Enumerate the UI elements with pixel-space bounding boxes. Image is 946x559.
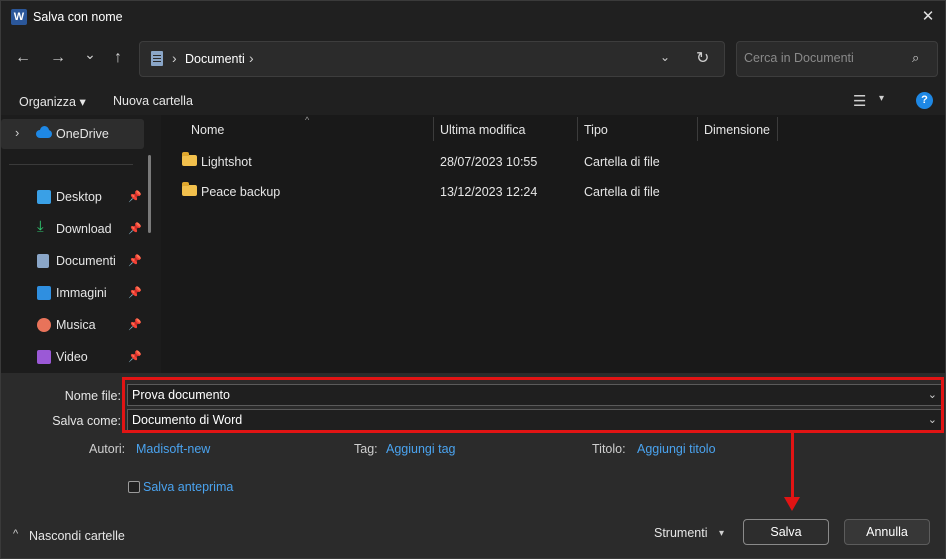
sidebar-item-documenti[interactable]: Documenti 📌 xyxy=(1,246,151,276)
column-header-name[interactable]: Nome xyxy=(191,123,224,137)
file-list: ^ Nome Ultima modifica Tipo Dimensione L… xyxy=(161,115,945,373)
column-header-size[interactable]: Dimensione xyxy=(704,123,770,137)
search-icon[interactable]: ⌕ xyxy=(912,50,919,66)
filename-label: Nome file: xyxy=(64,389,121,403)
authors-value[interactable]: Madisoft-new xyxy=(136,442,210,456)
breadcrumb-chevron-icon[interactable]: › xyxy=(249,50,254,66)
breadcrumb-documenti[interactable]: Documenti xyxy=(185,52,245,66)
cancel-button[interactable]: Annulla xyxy=(844,519,930,545)
add-title-link[interactable]: Aggiungi titolo xyxy=(637,442,716,456)
file-modified: 13/12/2023 12:24 xyxy=(440,185,538,199)
address-dropdown-icon[interactable]: ⌄ xyxy=(660,50,670,64)
refresh-icon[interactable]: ↻ xyxy=(696,48,709,68)
sidebar-item-desktop[interactable]: Desktop 📌 xyxy=(1,182,151,212)
file-name: Lightshot xyxy=(201,155,252,169)
annotation-arrow-head xyxy=(784,497,800,511)
column-separator[interactable] xyxy=(577,117,578,141)
chevron-up-icon[interactable]: ^ xyxy=(13,528,18,540)
view-caret-icon[interactable]: ▾ xyxy=(879,93,884,104)
pin-icon[interactable]: 📌 xyxy=(128,318,142,331)
sidebar-item-immagini[interactable]: Immagini 📌 xyxy=(1,278,151,308)
title-bar: W Salva con nome ✕ xyxy=(1,1,945,33)
documents-icon xyxy=(151,51,163,66)
address-bar[interactable]: › Documenti › ⌄ ↻ xyxy=(139,41,725,77)
window-title: Salva con nome xyxy=(33,10,123,24)
pin-icon[interactable]: 📌 xyxy=(128,222,142,235)
new-folder-button[interactable]: Nuova cartella xyxy=(113,94,193,108)
savetype-label: Salva come: xyxy=(52,414,121,428)
sidebar-item-label: Immagini xyxy=(56,286,107,300)
organize-button[interactable]: Organizza ▾ xyxy=(19,94,86,109)
up-arrow-icon[interactable]: ↑ xyxy=(105,45,131,71)
folder-icon xyxy=(182,152,197,166)
save-button[interactable]: Salva xyxy=(743,519,829,545)
download-icon: ⤓ xyxy=(37,218,44,235)
file-modified: 28/07/2023 10:55 xyxy=(440,155,538,169)
help-icon[interactable]: ? xyxy=(916,92,933,109)
sidebar-item-download[interactable]: ⤓ Download 📌 xyxy=(1,214,151,244)
sidebar-item-onedrive[interactable]: › OneDrive xyxy=(1,119,144,149)
expand-chevron-icon[interactable]: › xyxy=(15,125,19,140)
pin-icon[interactable]: 📌 xyxy=(128,190,142,203)
authors-label: Autori: xyxy=(89,442,126,456)
column-separator[interactable] xyxy=(433,117,434,141)
tools-button[interactable]: Strumenti xyxy=(654,526,708,540)
pin-icon[interactable]: 📌 xyxy=(128,286,142,299)
file-name: Peace backup xyxy=(201,185,281,199)
recent-locations-chevron-icon[interactable]: ⌄ xyxy=(77,41,103,67)
command-bar: Organizza ▾ Nuova cartella ☰ ▾ ? xyxy=(1,87,945,115)
back-arrow-icon[interactable]: ← xyxy=(10,45,36,71)
word-app-icon: W xyxy=(11,9,27,25)
sidebar-item-video[interactable]: Video 📌 xyxy=(1,342,151,372)
sidebar-item-label: Musica xyxy=(56,318,96,332)
highlight-box xyxy=(122,377,944,433)
file-type: Cartella di file xyxy=(584,155,660,169)
pin-icon[interactable]: 📌 xyxy=(128,350,142,363)
breadcrumb-chevron-icon[interactable]: › xyxy=(172,50,177,66)
onedrive-cloud-icon xyxy=(36,126,52,138)
save-preview-label[interactable]: Salva anteprima xyxy=(143,480,233,494)
title-label: Titolo: xyxy=(592,442,626,456)
sidebar-item-label: Documenti xyxy=(56,254,116,268)
column-header-type[interactable]: Tipo xyxy=(584,123,608,137)
save-as-dialog: W Salva con nome ✕ ← → ⌄ ↑ › Documenti ›… xyxy=(0,0,946,559)
video-icon xyxy=(37,350,51,364)
sidebar-item-label: Video xyxy=(56,350,88,364)
music-icon xyxy=(37,318,51,332)
view-options-icon[interactable]: ☰ xyxy=(853,92,866,110)
search-box[interactable]: ⌕ xyxy=(736,41,938,77)
close-icon[interactable]: ✕ xyxy=(913,5,943,29)
sidebar-item-label: OneDrive xyxy=(56,127,109,141)
file-type: Cartella di file xyxy=(584,185,660,199)
documents-icon xyxy=(37,254,49,268)
column-separator[interactable] xyxy=(777,117,778,141)
column-separator[interactable] xyxy=(697,117,698,141)
save-preview-checkbox[interactable] xyxy=(128,481,140,493)
pin-icon[interactable]: 📌 xyxy=(128,254,142,267)
tools-caret-icon[interactable]: ▾ xyxy=(719,528,724,539)
sidebar-divider xyxy=(9,164,133,165)
navigation-pane: › OneDrive Desktop 📌 ⤓ Download 📌 Docume… xyxy=(1,115,161,373)
sort-ascending-icon: ^ xyxy=(305,115,310,125)
folder-icon xyxy=(182,182,197,196)
sidebar-item-musica[interactable]: Musica 📌 xyxy=(1,310,151,340)
search-input[interactable] xyxy=(744,51,904,65)
sidebar-item-label: Download xyxy=(56,222,112,236)
forward-arrow-icon[interactable]: → xyxy=(45,45,71,71)
sidebar-item-label: Desktop xyxy=(56,190,102,204)
desktop-icon xyxy=(37,190,51,204)
pictures-icon xyxy=(37,286,51,300)
column-header-modified[interactable]: Ultima modifica xyxy=(440,123,525,137)
add-tag-link[interactable]: Aggiungi tag xyxy=(386,442,456,456)
tags-label: Tag: xyxy=(354,442,378,456)
hide-folders-button[interactable]: Nascondi cartelle xyxy=(29,529,125,543)
table-row[interactable]: Peace backup 13/12/2023 12:24 Cartella d… xyxy=(175,177,941,205)
annotation-arrow-line xyxy=(791,433,794,501)
table-row[interactable]: Lightshot 28/07/2023 10:55 Cartella di f… xyxy=(175,147,941,175)
